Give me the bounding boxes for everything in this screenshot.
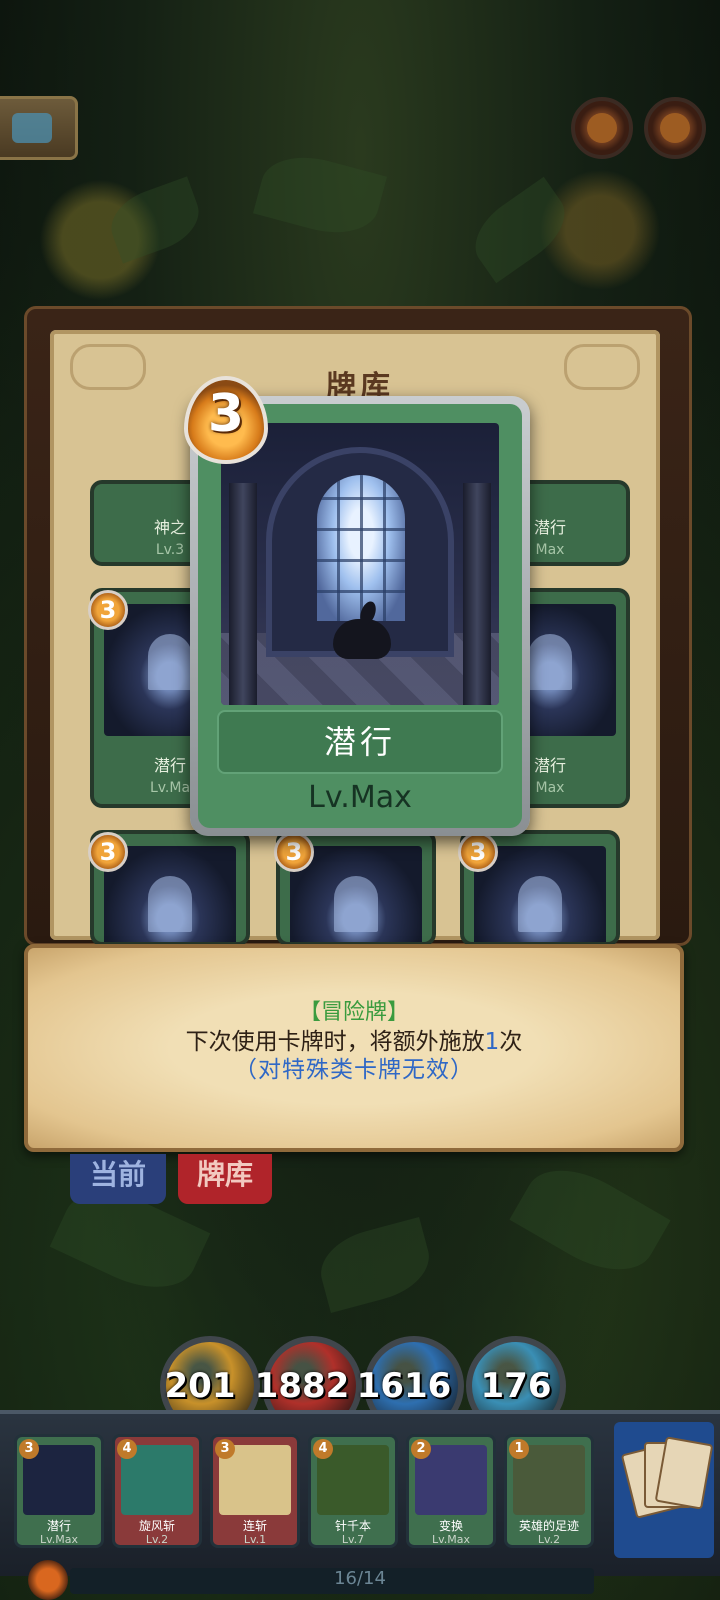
card-cost-badge: 3: [88, 832, 128, 872]
stat-mana-value: 176: [480, 1366, 552, 1406]
card-cost-badge: 3: [274, 832, 314, 872]
hand-card[interactable]: 3 潜行 Lv.Max: [14, 1434, 104, 1548]
pillar: [229, 483, 257, 705]
card-name: 潜行: [217, 710, 503, 774]
card-name: 连斩: [242, 1519, 267, 1533]
card-cost-badge: 3: [458, 832, 498, 872]
hero-avatar-button[interactable]: [644, 97, 706, 159]
pillar: [463, 483, 491, 705]
card-name: 旋风斩: [138, 1519, 175, 1533]
card-cost: 3: [207, 384, 245, 444]
card-description: 【冒险牌】 下次使用卡牌时，将额外施放1次 （对特殊类卡牌无效）: [24, 944, 684, 1152]
map-icon: [12, 113, 52, 143]
hand-card[interactable]: 4 针千本 Lv.7: [308, 1434, 398, 1548]
card-cost-badge: 2: [411, 1439, 431, 1459]
card-name: 针千本: [334, 1519, 371, 1533]
window-grid: [317, 475, 405, 621]
hand-card[interactable]: 1 英雄的足迹 Lv.2: [504, 1434, 594, 1548]
card-cost-badge: 4: [117, 1439, 137, 1459]
potion-button[interactable]: [571, 97, 633, 159]
card-level: Lv.Max: [308, 780, 412, 815]
card-name: 英雄的足迹: [518, 1519, 579, 1533]
card-cost-badge: 3: [19, 1439, 39, 1459]
menu-button[interactable]: [0, 96, 78, 160]
card-name: 潜行: [46, 1519, 71, 1533]
deck-progress-text: 16/14: [334, 1568, 386, 1589]
card-level: Lv.2: [145, 1533, 169, 1546]
card-cost-badge: 3: [184, 376, 268, 464]
card-name: 变换: [438, 1519, 463, 1533]
shadow-creature: [333, 619, 391, 659]
card-level: Lv.2: [537, 1533, 561, 1546]
tab-current[interactable]: 当前: [70, 1154, 166, 1204]
card-level: Lv.1: [243, 1533, 267, 1546]
card-art-hall: [221, 423, 499, 705]
hand-card[interactable]: 2 变换 Lv.Max: [406, 1434, 496, 1548]
card-cost-badge: 4: [313, 1439, 333, 1459]
hand-card[interactable]: 4 旋风斩 Lv.2: [112, 1434, 202, 1548]
card-cost-badge: 3: [88, 590, 128, 630]
draw-pile-button[interactable]: [614, 1422, 714, 1558]
description-note: （对特殊类卡牌无效）: [234, 1057, 474, 1083]
card-level: Lv.Max: [431, 1533, 471, 1546]
card-back: [654, 1436, 714, 1510]
card-level: Lv.Max: [39, 1533, 79, 1546]
card-level: Lv.7: [341, 1533, 365, 1546]
hand-card[interactable]: 3 连斩 Lv.1: [210, 1434, 300, 1548]
card-cost-badge: 3: [215, 1439, 235, 1459]
card-cost-badge: 1: [509, 1439, 529, 1459]
tab-deck[interactable]: 牌库: [178, 1154, 272, 1204]
